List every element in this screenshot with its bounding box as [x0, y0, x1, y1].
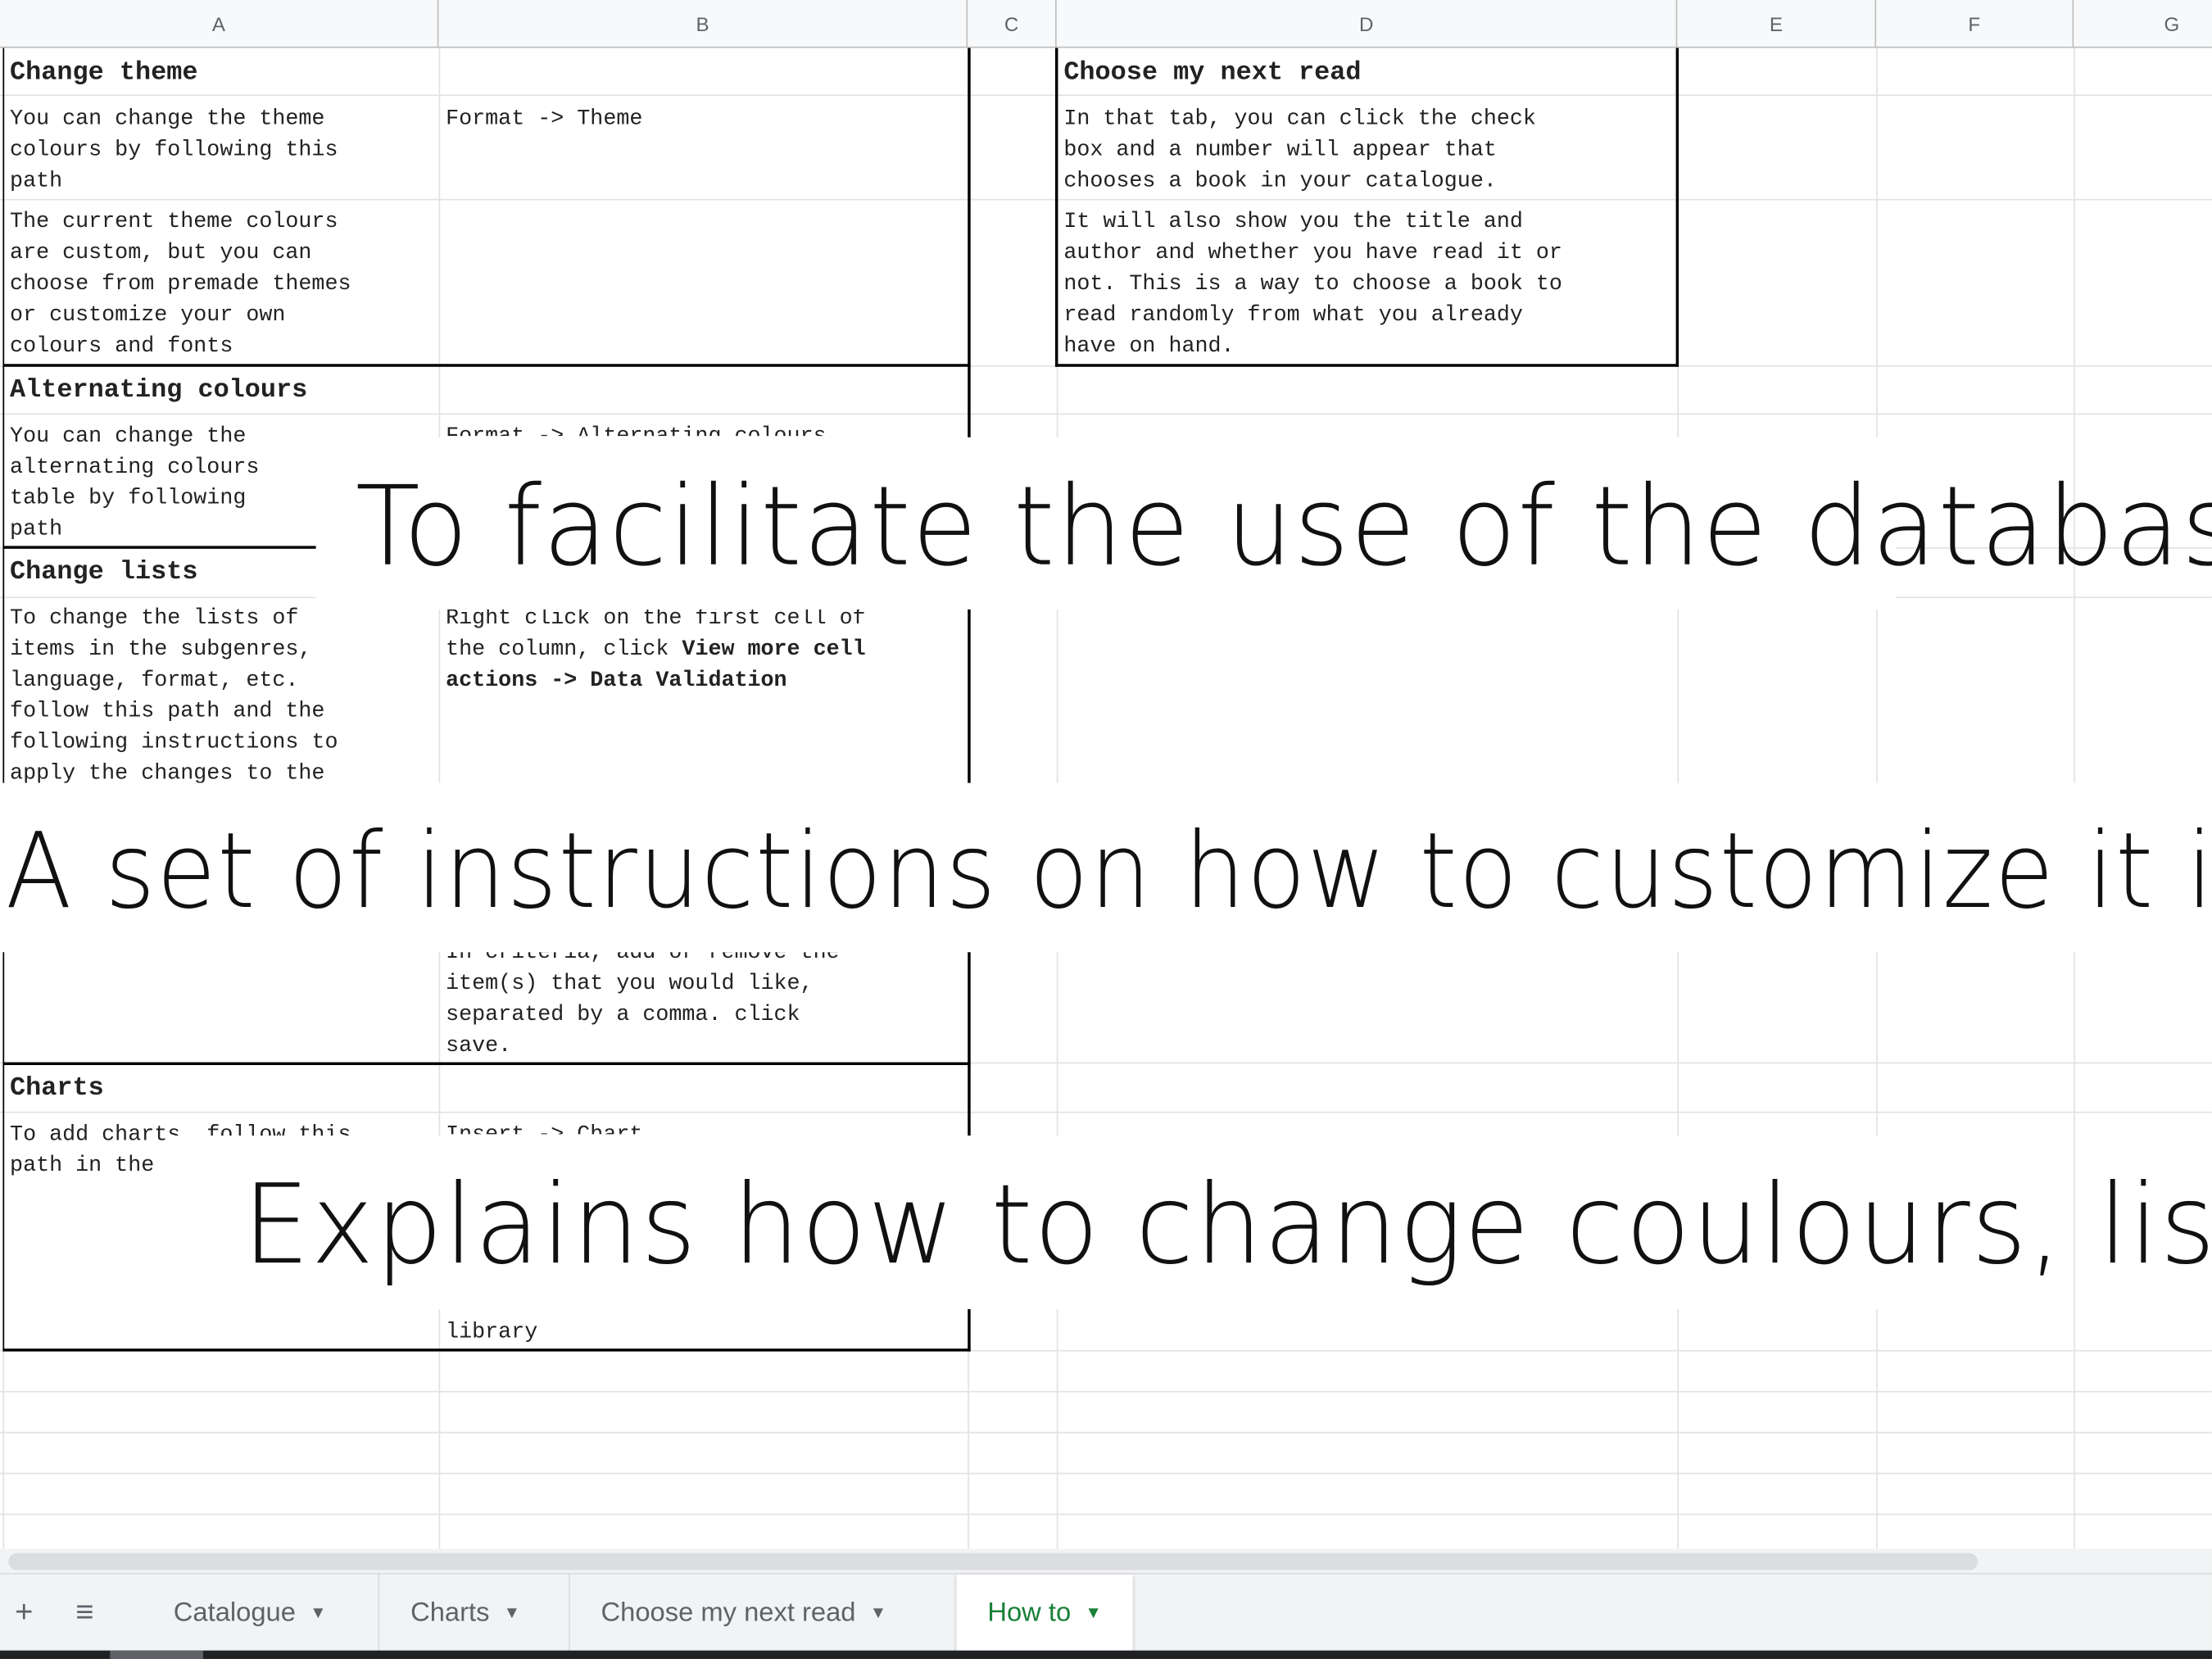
next-read-details[interactable]: It will also show you the title and auth…	[1063, 206, 1670, 360]
horizontal-scrollbar[interactable]	[8, 1552, 1979, 1571]
column-header-d[interactable]: D	[1057, 0, 1678, 48]
sheet-tab-bar: + ≡ Catalogue ▼ Charts ▼ Choose my next re…	[0, 1572, 2212, 1652]
bottom-scroll-strip	[0, 1650, 2212, 1659]
tab-choose-my-next-read[interactable]: Choose my next read ▼	[570, 1575, 918, 1652]
plus-icon[interactable]: +	[6, 1594, 43, 1631]
column-header-g[interactable]: G	[2074, 0, 2212, 48]
charts-path-tail[interactable]: library	[446, 1317, 962, 1348]
caret-down-icon[interactable]: ▼	[870, 1603, 886, 1623]
list-icon[interactable]: ≡	[66, 1594, 103, 1631]
view-more-cell-text: View more cell	[682, 636, 866, 662]
data-validation-text: actions -> Data Validation	[446, 667, 787, 693]
change-lists-criteria[interactable]: In criteria, add or remove the item(s) t…	[446, 936, 962, 1061]
column-header-row: A B C D E F G	[0, 0, 2212, 48]
caret-down-icon[interactable]: ▼	[310, 1603, 326, 1623]
tab-choose-my-next-read-label: Choose my next read	[601, 1598, 856, 1629]
bottom-scroll-thumb[interactable]	[110, 1650, 203, 1659]
next-read-heading[interactable]: Choose my next read	[1063, 58, 1670, 89]
banner-explains: Explains how to change coulours, lists, …	[243, 1162, 2212, 1290]
tab-charts-label: Charts	[410, 1598, 490, 1629]
change-theme-description[interactable]: You can change the theme colours by foll…	[10, 103, 433, 197]
tab-catalogue-label: Catalogue	[173, 1598, 296, 1629]
tab-charts[interactable]: Charts ▼	[379, 1575, 551, 1652]
change-theme-note[interactable]: The current theme colours are custom, bu…	[10, 206, 433, 360]
tab-how-to-label: How to	[987, 1598, 1072, 1629]
column-header-b[interactable]: B	[439, 0, 968, 48]
tab-catalogue[interactable]: Catalogue ▼	[143, 1575, 358, 1652]
banner-instructions: A set of instructions on how to customiz…	[5, 811, 2212, 933]
alternating-colours-heading[interactable]: Alternating colours	[10, 375, 433, 406]
tab-how-to[interactable]: How to ▼	[956, 1574, 1133, 1652]
change-theme-heading[interactable]: Change theme	[10, 58, 433, 89]
caret-down-icon[interactable]: ▼	[1085, 1603, 1101, 1623]
change-lists-path[interactable]: Right click on the first cell of the col…	[446, 602, 962, 782]
banner-facilitate: To facilitate the use of the database	[355, 464, 2212, 592]
column-header-e[interactable]: E	[1677, 0, 1877, 48]
next-read-description[interactable]: In that tab, you can click the check box…	[1063, 103, 1670, 197]
column-header-a[interactable]: A	[0, 0, 439, 48]
alternating-colours-path[interactable]: Format -> Alternating colours	[446, 420, 962, 436]
change-theme-path[interactable]: Format -> Theme	[446, 103, 962, 134]
charts-path[interactable]: Insert -> Chart	[446, 1118, 962, 1134]
caret-down-icon[interactable]: ▼	[504, 1603, 520, 1623]
column-header-f[interactable]: F	[1876, 0, 2074, 48]
spreadsheet-window: A B C D E F G Change theme You can chang…	[0, 0, 2212, 1659]
change-lists-description[interactable]: To change the lists of items in the subg…	[10, 602, 433, 783]
charts-heading[interactable]: Charts	[10, 1073, 433, 1104]
column-header-c[interactable]: C	[968, 0, 1057, 48]
